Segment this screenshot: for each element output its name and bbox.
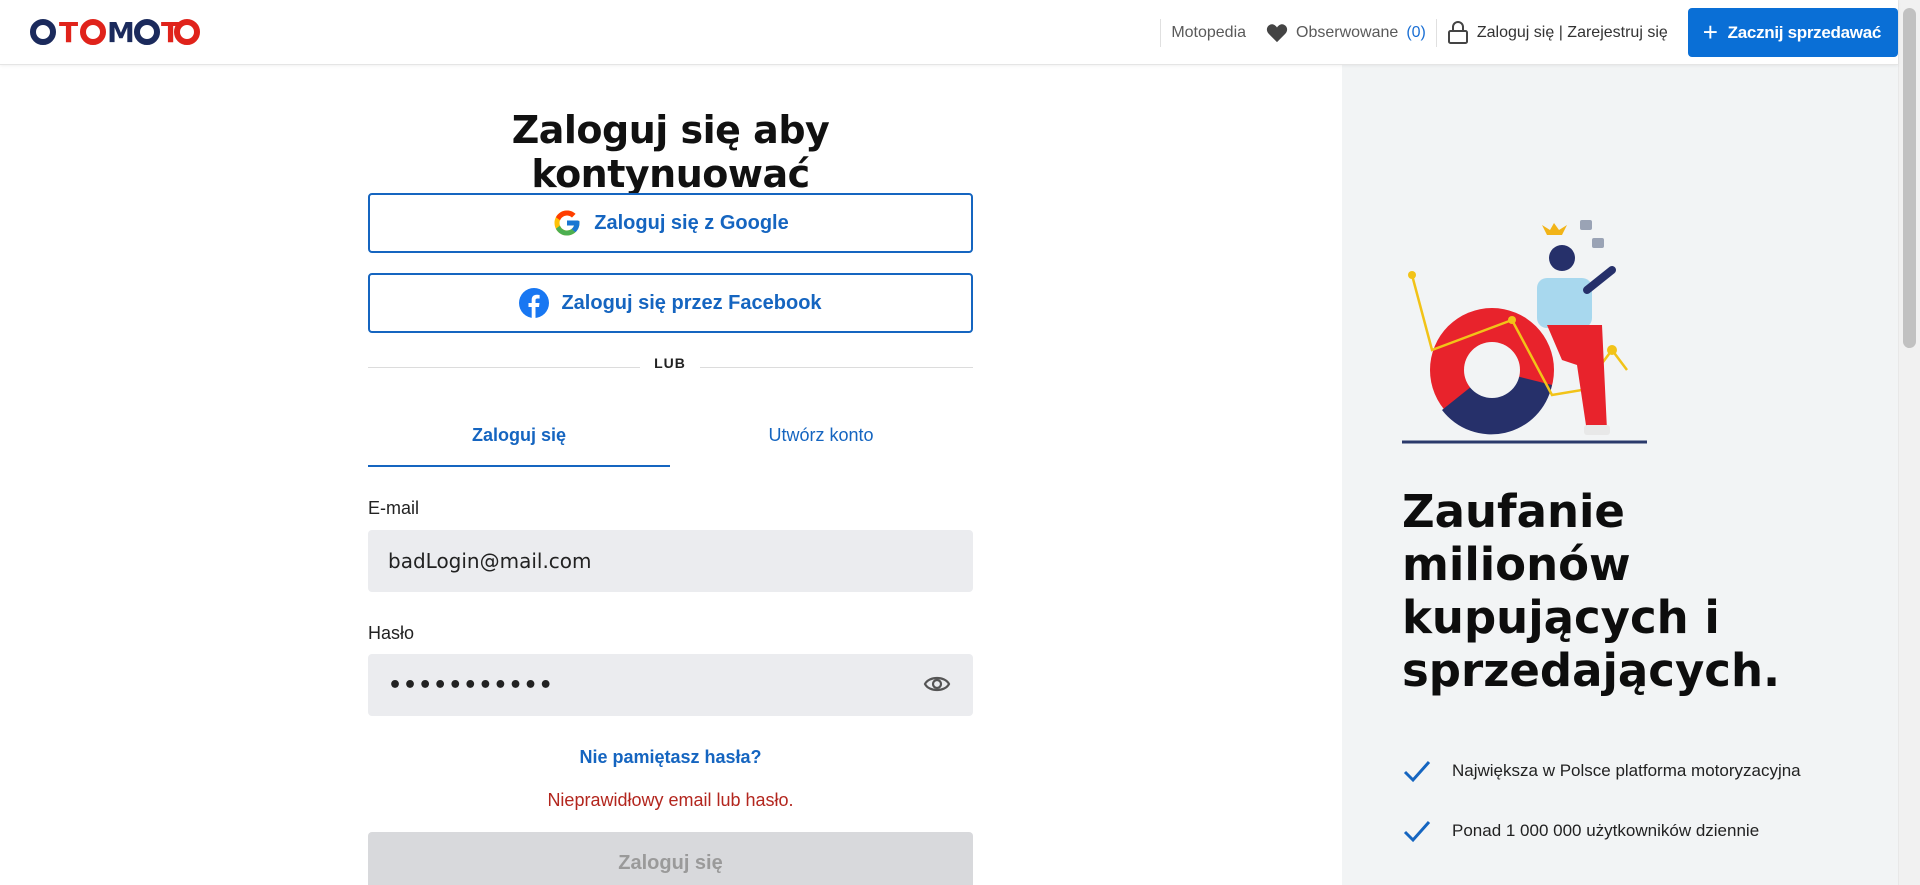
facebook-login-button[interactable]: Zaloguj się przez Facebook — [368, 273, 973, 333]
otomoto-logo[interactable]: T M T — [30, 15, 200, 48]
logo-graphic: T M T — [30, 17, 200, 47]
google-login-button[interactable]: Zaloguj się z Google — [368, 193, 973, 253]
heart-icon — [1266, 23, 1288, 42]
plus-icon: + — [1702, 16, 1718, 47]
tab-create-account[interactable]: Utwórz konto — [670, 425, 972, 467]
header-nav: Motopedia Obserwowane (0) Zaloguj się | … — [1160, 0, 1898, 65]
check-icon — [1403, 761, 1431, 783]
motopedia-label: Motopedia — [1171, 23, 1247, 41]
separator-label: LUB — [640, 355, 700, 371]
facebook-login-label: Zaloguj się przez Facebook — [561, 291, 822, 314]
trust-heading: Zaufanie milionów kupujących i sprzedają… — [1402, 485, 1781, 697]
top-header: T M T Motopedia Obserwowane (0) Zaloguj … — [0, 0, 1898, 65]
password-field[interactable]: ••••••••••• — [368, 654, 973, 716]
google-login-label: Zaloguj się z Google — [594, 211, 789, 234]
feature-item: Największa w Polsce platforma motoryzacy… — [1402, 758, 1801, 784]
lock-user-icon — [1447, 20, 1468, 44]
start-selling-label: Zacznij sprzedawać — [1727, 22, 1882, 42]
motopedia-link[interactable]: Motopedia — [1161, 24, 1256, 42]
password-label: Hasło — [368, 623, 415, 643]
forgot-password-link[interactable]: Nie pamiętasz hasła? — [368, 747, 973, 768]
email-field[interactable]: badLogin@mail.com — [368, 530, 973, 592]
start-selling-button[interactable]: + Zacznij sprzedawać — [1687, 8, 1898, 57]
feature-text: Ponad 1 000 000 użytkowników dziennie — [1452, 821, 1760, 840]
page-title: Zaloguj się aby kontynuować — [511, 108, 830, 196]
google-icon — [554, 210, 580, 236]
email-label: E-mail — [368, 498, 420, 518]
error-message: Nieprawidłowy email lub hasło. — [547, 790, 794, 810]
tab-login[interactable]: Zaloguj się — [368, 425, 670, 467]
svg-text:T: T — [59, 17, 78, 47]
page-scrollbar[interactable] — [1898, 0, 1920, 885]
facebook-icon — [519, 288, 550, 318]
login-register-label: Zaloguj się | Zarejestruj się — [1476, 23, 1668, 41]
watched-count: (0) — [1406, 23, 1426, 41]
password-value: ••••••••••• — [388, 672, 554, 698]
watched-label: Obserwowane — [1296, 23, 1399, 41]
person-with-chart-illustration — [1402, 220, 1647, 444]
login-register-link[interactable]: Zaloguj się | Zarejestruj się — [1437, 20, 1678, 45]
email-value: badLogin@mail.com — [388, 549, 592, 573]
scrollbar-thumb[interactable] — [1903, 8, 1916, 348]
check-icon — [1403, 821, 1431, 843]
feature-text: Największa w Polsce platforma motoryzacy… — [1452, 761, 1801, 780]
watched-link[interactable]: Obserwowane (0) — [1256, 23, 1436, 43]
login-submit-button[interactable]: Zaloguj się — [368, 832, 973, 885]
show-password-eye-icon[interactable] — [923, 672, 951, 696]
svg-text:M: M — [107, 17, 135, 47]
trust-panel: Zaufanie milionów kupujących i sprzedają… — [1342, 65, 1898, 885]
feature-item: Ponad 1 000 000 użytkowników dziennie — [1402, 818, 1759, 844]
